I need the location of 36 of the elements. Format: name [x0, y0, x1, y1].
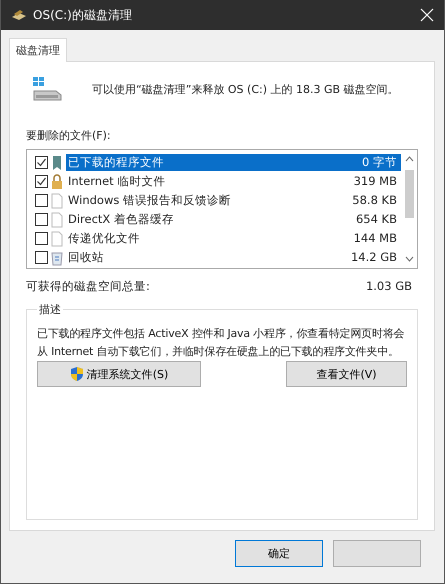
group-title: 描述 — [38, 302, 62, 317]
drive-icon — [32, 76, 62, 102]
recycle-bin-icon — [51, 250, 63, 266]
action-button[interactable]: 查看文件(V) — [286, 361, 407, 387]
files-label: 要删除的文件(F): — [26, 128, 112, 143]
total-value: 1.03 GB — [366, 279, 412, 294]
file-item[interactable]: Internet 临时文件 319 MB — [66, 173, 401, 190]
checkbox[interactable] — [35, 156, 48, 169]
checkbox[interactable] — [35, 194, 48, 207]
scroll-down-icon[interactable] — [404, 256, 414, 262]
checkbox[interactable] — [35, 213, 48, 226]
close-icon[interactable] — [420, 8, 434, 22]
total-label: 可获得的磁盘空间总量: — [26, 279, 150, 294]
document-icon — [51, 192, 63, 208]
file-item[interactable]: Windows 错误报告和反馈诊断 58.8 KB — [66, 192, 401, 209]
scroll-up-icon[interactable] — [404, 156, 414, 162]
summary-text: 可以使用“磁盘清理”来释放 OS (C:) 上的 18.3 GB 磁盘空间。 — [92, 82, 399, 96]
checkbox[interactable] — [35, 232, 48, 245]
tab[interactable]: 磁盘清理 — [9, 38, 67, 62]
file-item[interactable]: 已下载的程序文件 0 字节 — [66, 154, 401, 171]
checkbox[interactable] — [35, 251, 48, 264]
ok-button[interactable]: 确定 — [235, 540, 323, 567]
disk-cleanup-icon — [11, 9, 27, 21]
shield-icon — [70, 366, 84, 382]
checkbox[interactable] — [35, 175, 48, 188]
description-text: 已下载的程序文件包括 ActiveX 控件和 Java 小程序，你查看特定网页时将会从 Internet 自动下载它们，并临时保存在硬盘上的已下载的程序文件夹中。 — [37, 326, 406, 360]
action-button[interactable]: 清理系统文件(S) — [37, 361, 201, 387]
window-title: OS(C:)的磁盘清理 — [33, 6, 133, 24]
file-item[interactable]: 传递优化文件 144 MB — [66, 230, 401, 247]
scrollbar-thumb[interactable] — [404, 170, 414, 218]
document-icon — [51, 230, 63, 246]
document-icon — [51, 212, 63, 228]
lock-icon — [51, 174, 63, 190]
file-item[interactable]: DirectX 着色器缓存 654 KB — [66, 211, 401, 228]
file-item[interactable]: 回收站 14.2 GB — [66, 249, 401, 266]
book-icon — [51, 154, 63, 170]
